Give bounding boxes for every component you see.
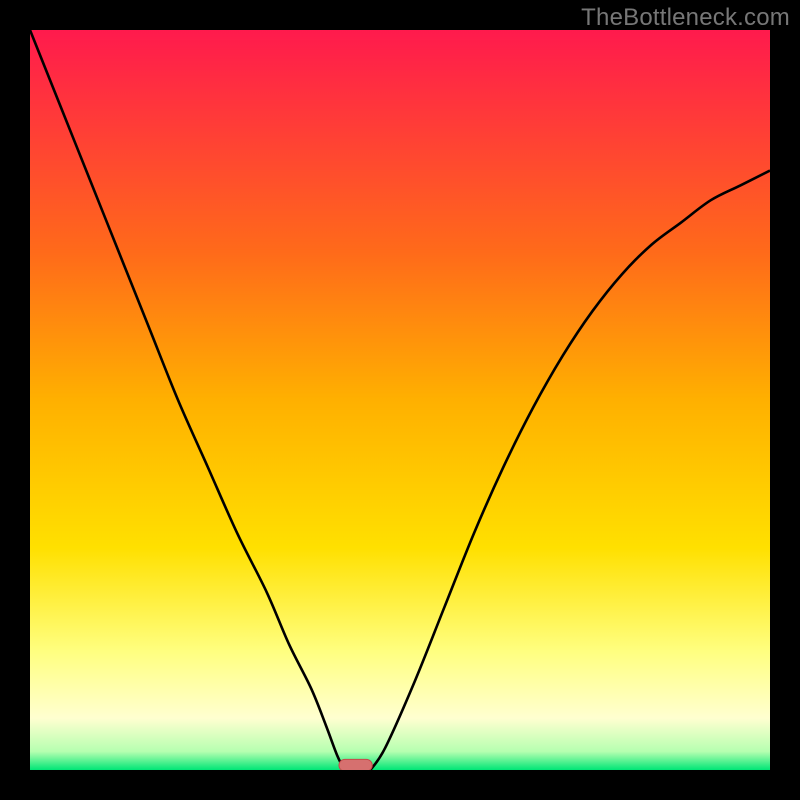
bottleneck-marker — [339, 759, 372, 770]
plot-area — [30, 30, 770, 770]
chart-svg — [30, 30, 770, 770]
chart-frame: TheBottleneck.com — [0, 0, 800, 800]
watermark-text: TheBottleneck.com — [581, 4, 790, 32]
gradient-background — [30, 30, 770, 770]
